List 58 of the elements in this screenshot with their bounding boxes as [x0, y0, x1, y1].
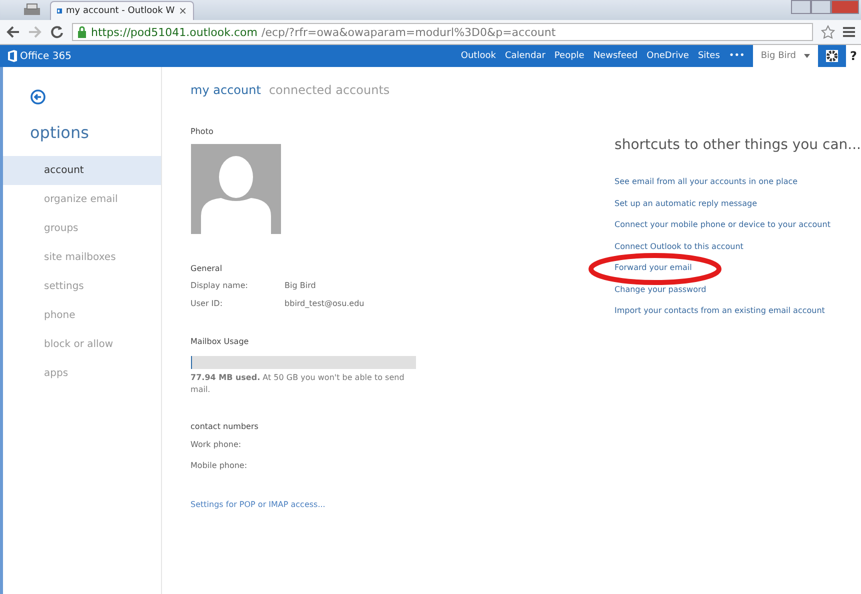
- sidebar-item[interactable]: phone: [3, 301, 161, 330]
- office-icon: [8, 50, 17, 62]
- user-menu[interactable]: Big Bird: [752, 45, 818, 67]
- minimize-button[interactable]: [791, 0, 811, 14]
- sidebar-item[interactable]: account: [3, 156, 161, 185]
- forward-arrow-icon[interactable]: [28, 26, 42, 38]
- shortcut-link[interactable]: Change your password: [614, 284, 706, 294]
- shortcut-link[interactable]: Connect your mobile phone or device to your account: [614, 220, 830, 229]
- tab[interactable]: my account: [190, 83, 261, 97]
- lock-icon: [77, 26, 87, 38]
- caret-icon: [804, 54, 810, 58]
- nav-link[interactable]: People: [554, 51, 584, 61]
- tab-title: my account - Outlook W: [66, 6, 175, 16]
- field-value: Big Bird: [284, 281, 316, 290]
- field-value: bbird_test@osu.edu: [284, 299, 364, 308]
- close-icon[interactable]: ×: [178, 6, 187, 16]
- back-icon[interactable]: [30, 89, 46, 105]
- sidebar-item[interactable]: block or allow: [3, 330, 161, 359]
- printer-icon[interactable]: [22, 2, 42, 18]
- field-label: Work phone:: [190, 440, 242, 449]
- options-title: options: [30, 123, 90, 142]
- back-arrow-icon[interactable]: [6, 26, 20, 38]
- nav-link[interactable]: Sites: [698, 51, 720, 61]
- shortcut-link[interactable]: Import your contacts from an existing email account: [614, 306, 825, 315]
- shortcut-link[interactable]: Set up an automatic reply message: [614, 198, 757, 208]
- shortcuts-heading: shortcuts to other things you can...: [614, 137, 861, 153]
- field-label: Mobile phone:: [190, 461, 248, 470]
- pop-settings-link[interactable]: Settings for POP or IMAP access...: [190, 500, 591, 509]
- section-label: Photo: [190, 127, 214, 136]
- usage-note: 77.94 MB used. At 50 GB you won't be able to send mail.: [190, 372, 406, 396]
- browser-tab[interactable]: my account - Outlook W ×: [50, 1, 194, 20]
- tab[interactable]: connected accounts: [268, 83, 390, 97]
- sidebar-item[interactable]: apps: [3, 359, 161, 388]
- field-label: Display name:: [190, 281, 249, 290]
- office-logo[interactable]: Office 365: [8, 50, 72, 62]
- section-label: contact numbers: [190, 422, 260, 431]
- nav-link[interactable]: Outlook: [460, 51, 496, 61]
- sidebar-item[interactable]: groups: [3, 214, 161, 243]
- help-icon[interactable]: ?: [846, 45, 861, 67]
- shortcut-link[interactable]: See email from all your accounts in one place: [614, 177, 798, 186]
- nav-link[interactable]: •••: [728, 51, 745, 61]
- sidebar-item[interactable]: organize email: [3, 185, 161, 214]
- address-field[interactable]: https://pod51041.outlook.com /ecp/?rfr=owa&owaparam=modurl%3D0&p=account: [72, 23, 813, 41]
- sidebar-item[interactable]: site mailboxes: [3, 243, 161, 272]
- sidebar-item[interactable]: settings: [3, 272, 161, 301]
- field-label: User ID:: [190, 299, 224, 308]
- maximize-button[interactable]: [811, 0, 831, 14]
- menu-icon[interactable]: [843, 27, 855, 37]
- reload-icon[interactable]: [50, 25, 64, 39]
- nav-link[interactable]: OneDrive: [646, 51, 689, 61]
- shortcut-link[interactable]: Connect Outlook to this account: [614, 242, 744, 250]
- section-label: Mailbox Usage: [190, 337, 250, 346]
- section-label: General: [190, 264, 224, 273]
- nav-link[interactable]: Newsfeed: [593, 51, 638, 61]
- star-icon[interactable]: [821, 25, 835, 39]
- shortcut-link[interactable]: Forward your email: [614, 263, 692, 272]
- settings-icon[interactable]: [826, 50, 838, 62]
- nav-link[interactable]: Calendar: [504, 51, 546, 61]
